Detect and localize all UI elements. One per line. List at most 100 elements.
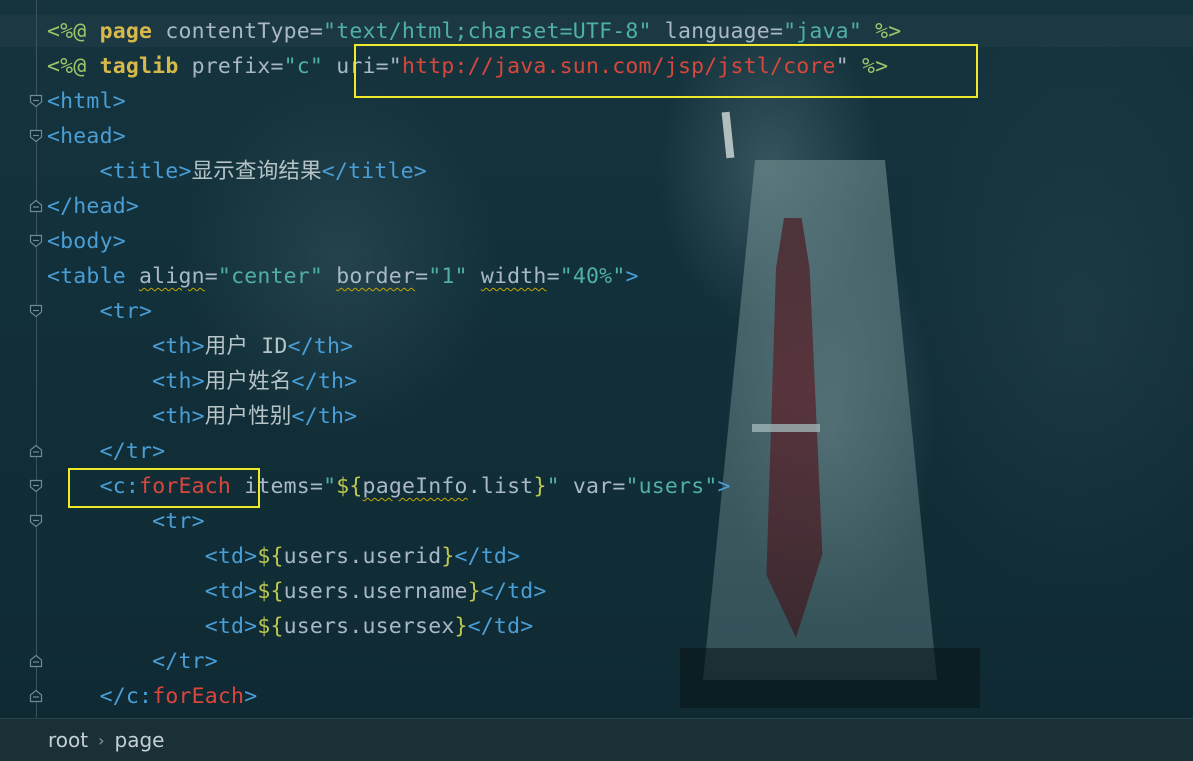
code-line[interactable]: <td>${users.username}</td>	[47, 574, 547, 609]
fold-open-icon[interactable]	[29, 479, 43, 493]
code-token: "	[323, 474, 337, 499]
background-tie-clip-image	[752, 424, 820, 432]
fold-open-icon[interactable]	[29, 129, 43, 143]
code-token: ${	[257, 614, 284, 639]
code-token: "center"	[217, 264, 324, 289]
code-token: <html>	[47, 89, 126, 114]
code-token: <th>	[152, 334, 205, 359]
fold-open-icon[interactable]	[29, 234, 43, 248]
code-token: </tr>	[152, 649, 218, 674]
code-token: >	[625, 264, 639, 289]
code-line[interactable]: <table align="center" border="1" width="…	[47, 259, 639, 294]
fold-close-icon[interactable]	[29, 654, 43, 668]
code-token: >	[244, 684, 258, 709]
code-line[interactable]: <head>	[47, 119, 126, 154]
code-token: <%@	[47, 54, 87, 79]
code-line[interactable]: <td>${users.userid}</td>	[47, 539, 520, 574]
code-token: users.usersex	[283, 614, 455, 639]
breadcrumb-page[interactable]: page	[115, 728, 165, 752]
code-token: <tr>	[99, 299, 153, 324]
code-token: border	[336, 264, 416, 289]
code-line[interactable]: <td>${users.usersex}</td>	[47, 609, 533, 644]
code-token: "	[546, 474, 560, 499]
code-line[interactable]: </tr>	[47, 434, 166, 469]
code-token: contentType=	[152, 19, 324, 44]
code-token: </title>	[321, 159, 427, 184]
code-token: taglib	[99, 54, 179, 79]
uri-highlight-box	[354, 44, 978, 98]
breadcrumb-separator: ›	[98, 730, 105, 750]
code-token: }	[467, 579, 481, 604]
code-token: language=	[651, 19, 784, 44]
breadcrumb-root[interactable]: root	[48, 728, 88, 752]
code-token: <body>	[47, 229, 126, 254]
background-cigarette-image	[721, 111, 735, 159]
code-token: .list	[467, 474, 534, 499]
code-token: </td>	[480, 579, 547, 604]
code-line[interactable]: <tr>	[47, 504, 205, 539]
code-token: "40%"	[559, 264, 626, 289]
code-token: "c"	[283, 54, 324, 79]
code-token: </td>	[454, 544, 521, 569]
code-token: align	[139, 264, 205, 289]
code-token: =	[415, 264, 429, 289]
code-token: ${	[257, 544, 284, 569]
code-line[interactable]: <th>用户 ID</th>	[47, 329, 353, 364]
foreach-highlight-box	[68, 468, 260, 508]
code-line[interactable]: <th>用户姓名</th>	[47, 364, 357, 399]
fold-close-icon[interactable]	[29, 199, 43, 213]
code-token: c	[125, 684, 140, 709]
code-token: 用户姓名	[204, 369, 292, 394]
code-token: 用户性别	[204, 404, 292, 429]
code-token: pageInfo	[362, 474, 468, 499]
code-token: "1"	[428, 264, 468, 289]
fold-open-icon[interactable]	[29, 94, 43, 108]
code-token: :	[139, 684, 153, 709]
code-token: 用户 ID	[204, 334, 288, 359]
code-line[interactable]: </c:forEach>	[47, 679, 258, 714]
code-line[interactable]: <th>用户性别</th>	[47, 399, 357, 434]
code-token: <table	[47, 264, 126, 289]
code-token: "text/html;charset=UTF-8"	[323, 19, 652, 44]
code-token: }	[533, 474, 547, 499]
fold-close-icon[interactable]	[29, 689, 43, 703]
code-line[interactable]: </head>	[47, 189, 139, 224]
code-line[interactable]: </tr>	[47, 644, 218, 679]
background-belt-image	[680, 648, 980, 708]
code-token: </head>	[47, 194, 140, 219]
code-token: page	[99, 19, 153, 44]
code-token: var=	[559, 474, 626, 499]
code-line[interactable]: <body>	[47, 224, 126, 259]
code-token: prefix=	[178, 54, 284, 79]
code-token: "users"	[625, 474, 718, 499]
code-token: <td>	[204, 544, 258, 569]
background-shirt-image	[703, 160, 937, 680]
fold-open-icon[interactable]	[29, 304, 43, 318]
code-token: </tr>	[99, 439, 166, 464]
fold-open-icon[interactable]	[29, 514, 43, 528]
code-editor[interactable]: <%@ page contentType="text/html;charset=…	[0, 0, 1193, 718]
code-token: <td>	[204, 614, 258, 639]
code-line[interactable]: <title>显示查询结果</title>	[47, 154, 427, 189]
code-token: }	[454, 614, 468, 639]
code-token: <title>	[99, 159, 192, 184]
fold-close-icon[interactable]	[29, 444, 43, 458]
code-token: width	[480, 264, 547, 289]
code-line[interactable]: <tr>	[47, 294, 152, 329]
code-line[interactable]: <html>	[47, 84, 126, 119]
code-token: =	[546, 264, 560, 289]
